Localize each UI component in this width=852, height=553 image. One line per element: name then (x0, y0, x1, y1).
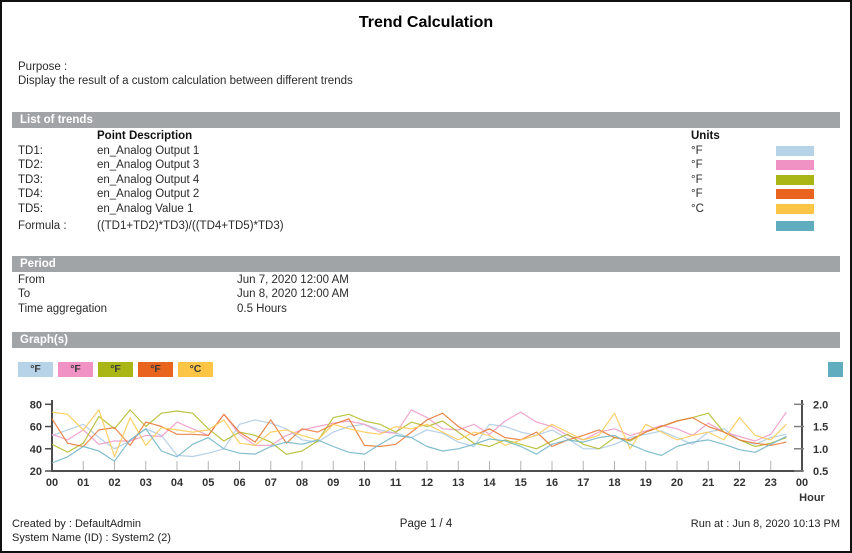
svg-text:20: 20 (671, 477, 683, 489)
chart-legend: °F °F °F °F °C (18, 362, 843, 377)
trend-units: °F (691, 173, 776, 188)
period-to-value: Jun 8, 2020 12:00 AM (237, 287, 840, 302)
svg-text:10: 10 (358, 477, 370, 489)
trend-units: °F (691, 144, 776, 159)
trend-color-swatch (776, 175, 814, 185)
svg-text:2.0: 2.0 (813, 399, 828, 411)
svg-text:0.5: 0.5 (813, 466, 828, 478)
svg-text:40: 40 (30, 444, 42, 456)
trend-units: °F (691, 187, 776, 202)
purpose-block: Purpose : Display the result of a custom… (18, 60, 850, 88)
purpose-text: Display the result of a custom calculati… (18, 74, 850, 88)
trend-description: en_Analog Output 1 (97, 144, 691, 159)
trend-units: °C (691, 202, 776, 217)
trend-description: en_Analog Output 4 (97, 173, 691, 188)
trend-chart-svg: 00 01 02 03 04 05 06 07 08 09 10 11 12 13 14 15 16 17 18 19… (2, 391, 850, 507)
report-footer: Created by : DefaultAdmin System Name (I… (2, 517, 850, 545)
trend-color-swatch (776, 146, 814, 156)
svg-text:02: 02 (108, 477, 120, 489)
svg-text:17: 17 (577, 477, 589, 489)
svg-text:11: 11 (390, 477, 402, 489)
formula-label: Formula : (18, 219, 97, 234)
trend-chart: 00 01 02 03 04 05 06 07 08 09 10 11 12 13 14 15 16 17 18 19… (2, 391, 850, 512)
svg-text:09: 09 (327, 477, 339, 489)
svg-text:05: 05 (202, 477, 214, 489)
legend-item-td2: °F (58, 362, 93, 377)
page-title: Trend Calculation (2, 13, 850, 33)
period-to-label: To (18, 287, 237, 302)
svg-text:15: 15 (515, 477, 527, 489)
svg-text:04: 04 (171, 477, 184, 489)
footer-system-name: System Name (ID) : System2 (2) (12, 531, 312, 545)
footer-run-at: Run at : Jun 8, 2020 10:13 PM (540, 517, 850, 531)
purpose-label: Purpose : (18, 60, 850, 74)
trend-label: TD5: (18, 202, 97, 217)
legend-item-formula-marker (828, 362, 843, 377)
section-header-graphs: Graph(s) (12, 332, 840, 348)
period-table: From Jun 7, 2020 12:00 AM To Jun 8, 2020… (18, 273, 840, 317)
report-page: Trend Calculation Purpose : Display the … (0, 0, 852, 553)
svg-text:18: 18 (608, 477, 620, 489)
svg-text:22: 22 (733, 477, 745, 489)
section-header-list-of-trends: List of trends (12, 112, 840, 128)
svg-text:20: 20 (30, 466, 42, 478)
footer-created-by: Created by : DefaultAdmin (12, 517, 312, 531)
period-aggregation-value: 0.5 Hours (237, 302, 840, 317)
svg-text:06: 06 (233, 477, 245, 489)
trend-description: en_Analog Output 3 (97, 158, 691, 173)
svg-text:1.5: 1.5 (813, 422, 828, 434)
svg-text:21: 21 (702, 477, 714, 489)
svg-text:00: 00 (46, 477, 58, 489)
period-aggregation-label: Time aggregation (18, 302, 237, 317)
legend-item-td5: °C (178, 362, 213, 377)
trend-label: TD4: (18, 187, 97, 202)
column-header-units: Units (691, 129, 776, 144)
period-from-label: From (18, 273, 237, 288)
trend-description: en_Analog Output 2 (97, 187, 691, 202)
formula-color-swatch (776, 221, 814, 231)
svg-text:13: 13 (452, 477, 464, 489)
svg-text:03: 03 (140, 477, 152, 489)
trend-label: TD2: (18, 158, 97, 173)
svg-text:16: 16 (546, 477, 558, 489)
trend-color-swatch (776, 160, 814, 170)
formula-expression: ((TD1+TD2)*TD3)/((TD4+TD5)*TD3) (97, 219, 691, 234)
trend-label: TD1: (18, 144, 97, 159)
section-header-period: Period (12, 256, 840, 272)
trend-units: °F (691, 158, 776, 173)
svg-text:14: 14 (483, 477, 496, 489)
trend-label: TD3: (18, 173, 97, 188)
svg-text:00: 00 (796, 477, 808, 489)
period-from-value: Jun 7, 2020 12:00 AM (237, 273, 840, 288)
trend-description: en_Analog Value 1 (97, 202, 691, 217)
trend-color-swatch (776, 189, 814, 199)
svg-text:19: 19 (640, 477, 652, 489)
svg-text:01: 01 (77, 477, 89, 489)
svg-text:Hour: Hour (799, 492, 825, 504)
svg-text:1.0: 1.0 (813, 444, 828, 456)
legend-item-td3: °F (98, 362, 133, 377)
trends-table: Point Description Units TD1: en_Analog O… (18, 129, 840, 234)
legend-item-td4: °F (138, 362, 173, 377)
trend-color-swatch (776, 204, 814, 214)
column-header-point-description: Point Description (97, 129, 691, 144)
footer-page-number: Page 1 / 4 (312, 517, 540, 531)
svg-text:07: 07 (265, 477, 277, 489)
svg-text:80: 80 (30, 399, 42, 411)
legend-item-td1: °F (18, 362, 53, 377)
svg-text:12: 12 (421, 477, 433, 489)
svg-text:60: 60 (30, 422, 42, 434)
svg-text:23: 23 (765, 477, 777, 489)
svg-text:08: 08 (296, 477, 308, 489)
